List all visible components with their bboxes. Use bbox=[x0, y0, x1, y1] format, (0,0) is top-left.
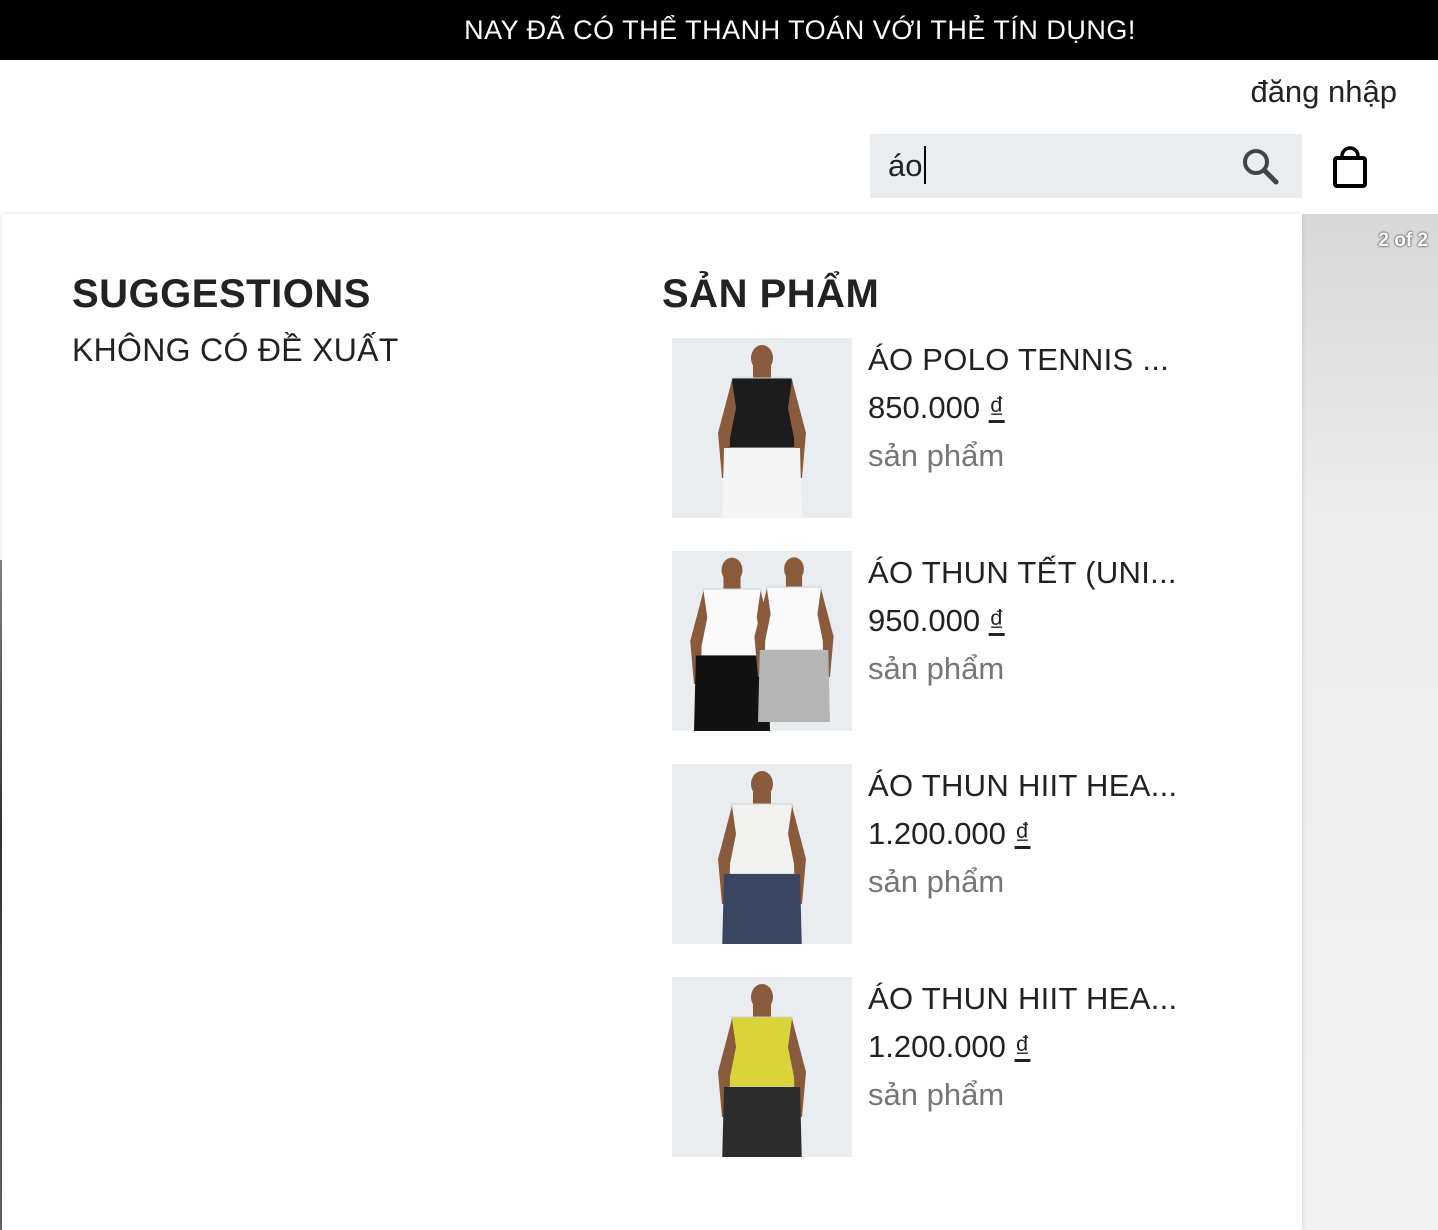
product-type: sản phẩm bbox=[868, 651, 1005, 686]
promo-banner: NAY ĐÃ CÓ THỂ THANH TOÁN VỚI THẺ TÍN DỤN… bbox=[0, 0, 1438, 60]
product-name[interactable]: ÁO POLO TENNIS ... bbox=[868, 342, 1169, 378]
product-photo-illustration bbox=[718, 984, 806, 1157]
currency-symbol: ₫ bbox=[1014, 816, 1031, 851]
price-value: 1.200.000 bbox=[868, 816, 1006, 851]
search-box[interactable] bbox=[870, 134, 1302, 198]
search-icon[interactable] bbox=[1240, 146, 1280, 186]
currency-symbol: ₫ bbox=[1014, 1029, 1031, 1064]
products-heading: SẢN PHẨM bbox=[662, 272, 880, 316]
product-price: 850.000 ₫ bbox=[868, 390, 1005, 426]
text-caret bbox=[924, 146, 926, 184]
price-value: 1.200.000 bbox=[868, 1029, 1006, 1064]
promo-banner-text: NAY ĐÃ CÓ THỂ THANH TOÁN VỚI THẺ TÍN DỤN… bbox=[464, 14, 1136, 45]
shopping-bag-icon[interactable] bbox=[1330, 146, 1370, 188]
product-photo-illustration bbox=[718, 771, 806, 944]
product-type: sản phẩm bbox=[868, 438, 1005, 473]
login-link[interactable]: đăng nhập bbox=[1250, 74, 1397, 110]
product-image[interactable] bbox=[672, 338, 852, 518]
search-input[interactable] bbox=[888, 144, 1228, 188]
price-value: 850.000 bbox=[868, 390, 981, 425]
carousel-counter: 2 of 2 bbox=[1378, 230, 1428, 251]
product-price: 1.200.000 ₫ bbox=[868, 816, 1030, 852]
product-photo-illustration bbox=[690, 557, 834, 731]
product-item[interactable]: ÁO THUN HIIT HEA... 1.200.000 ₫ sản phẩm bbox=[672, 764, 1177, 944]
product-type: sản phẩm bbox=[868, 864, 1005, 899]
product-image[interactable] bbox=[672, 551, 852, 731]
product-image[interactable] bbox=[672, 764, 852, 944]
product-item[interactable]: ÁO THUN HIIT HEA... 1.200.000 ₫ sản phẩm bbox=[672, 977, 1177, 1157]
product-name[interactable]: ÁO THUN TẾT (UNI... bbox=[868, 555, 1177, 591]
currency-symbol: ₫ bbox=[988, 603, 1005, 638]
product-price: 950.000 ₫ bbox=[868, 603, 1005, 639]
price-value: 950.000 bbox=[868, 603, 981, 638]
product-image[interactable] bbox=[672, 977, 852, 1157]
product-item[interactable]: ÁO POLO TENNIS ... 850.000 ₫ sản phẩm bbox=[672, 338, 1172, 518]
product-name[interactable]: ÁO THUN HIIT HEA... bbox=[868, 981, 1177, 1017]
no-suggestions-text: KHÔNG CÓ ĐỀ XUẤT bbox=[72, 332, 399, 368]
product-photo-illustration bbox=[718, 345, 806, 518]
carousel-background bbox=[1302, 214, 1438, 1230]
product-price: 1.200.000 ₫ bbox=[868, 1029, 1030, 1065]
product-item[interactable]: ÁO THUN TẾT (UNI... 950.000 ₫ sản phẩm bbox=[672, 551, 1177, 731]
product-type: sản phẩm bbox=[868, 1077, 1005, 1112]
suggestions-heading: SUGGESTIONS bbox=[72, 272, 371, 316]
product-name[interactable]: ÁO THUN HIIT HEA... bbox=[868, 768, 1177, 804]
currency-symbol: ₫ bbox=[988, 390, 1005, 425]
